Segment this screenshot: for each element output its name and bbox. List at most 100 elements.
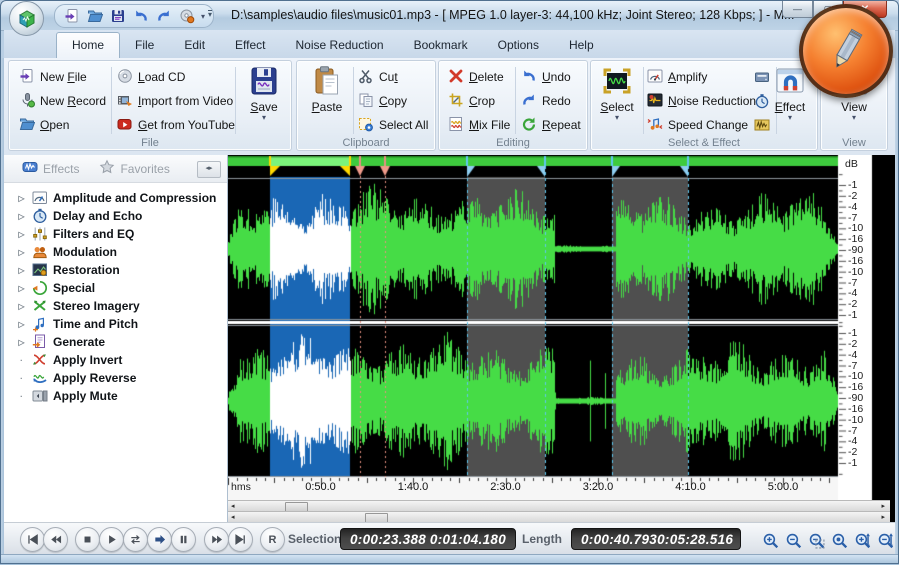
new-file-button[interactable]: [63, 8, 80, 25]
tree-item-time-and-pitch[interactable]: ▷Time and Pitch: [4, 315, 227, 333]
tab-home[interactable]: Home: [56, 32, 120, 58]
tree-item-filters-and-eq[interactable]: ▷Filters and EQ: [4, 225, 227, 243]
expand-arrow-icon[interactable]: ▷: [16, 338, 27, 347]
ribbon-button-speed-change[interactable]: Speed Change: [647, 115, 748, 135]
tab-file[interactable]: File: [120, 33, 169, 58]
save-button[interactable]: [109, 8, 126, 25]
zoom-vertical-in-button[interactable]: [852, 530, 872, 550]
tab-options[interactable]: Options: [483, 33, 554, 58]
app-logo-button[interactable]: [9, 1, 44, 36]
tree-item-restoration[interactable]: ▷Restoration: [4, 261, 227, 279]
expand-arrow-icon[interactable]: ▷: [16, 194, 27, 203]
fast-forward-button[interactable]: [204, 527, 229, 552]
ribbon-button-delete[interactable]: Delete: [448, 67, 504, 87]
tree-item-modulation[interactable]: ▷Modulation: [4, 243, 227, 261]
record-button[interactable]: R: [260, 527, 285, 552]
tab-edit[interactable]: Edit: [169, 33, 220, 58]
marked-region-2[interactable]: [612, 178, 688, 477]
ribbon-button-paste[interactable]: Paste: [303, 65, 351, 114]
scrollbar-top[interactable]: ◂ ▸: [228, 500, 890, 511]
undo-button[interactable]: [132, 8, 149, 25]
tree-item-special[interactable]: ▷Special: [4, 279, 227, 297]
stop-button[interactable]: [75, 527, 100, 552]
ribbon-button-repeat[interactable]: Repeat: [521, 115, 581, 135]
zoom-in-button[interactable]: [760, 530, 780, 550]
copy-icon: [358, 92, 374, 111]
sidebar-tab-bar: Effects Favorites: [4, 155, 227, 183]
ribbon-button-mix-file[interactable]: Mix File: [448, 115, 510, 135]
tree-item-delay-and-echo[interactable]: ▷Delay and Echo: [4, 207, 227, 225]
ribbon-button-noise-reduction[interactable]: Noise Reduction: [647, 91, 756, 111]
select-all-icon: [358, 116, 374, 135]
db-tick-label: -1: [848, 457, 857, 469]
scroll-right-arrow[interactable]: ▸: [881, 502, 885, 511]
ribbon-button-redo[interactable]: Redo: [521, 91, 571, 111]
burn-button[interactable]: [178, 8, 195, 25]
tree-item-apply-reverse[interactable]: ·Apply Reverse: [4, 369, 227, 387]
ribbon-button-select[interactable]: Select▾: [593, 65, 641, 121]
edit-badge[interactable]: [799, 4, 893, 98]
sidebar-pager-button[interactable]: ◂▸: [197, 161, 221, 178]
scrollbar-bottom[interactable]: ◂ ▸: [228, 511, 890, 522]
ribbon-button-new-file[interactable]: New File: [19, 67, 87, 87]
expand-arrow-icon[interactable]: ▷: [16, 284, 27, 293]
cut-icon: [358, 68, 374, 87]
ribbon-button-open[interactable]: Open: [19, 115, 69, 135]
marked-region-1[interactable]: [467, 178, 545, 477]
ribbon-button-select-all[interactable]: Select All: [358, 115, 428, 135]
ribbon-button-get-from-youtube[interactable]: Get from YouTube: [117, 115, 235, 135]
redo-icon: [521, 92, 537, 111]
play-button[interactable]: [99, 527, 124, 552]
expand-arrow-icon[interactable]: ▷: [16, 230, 27, 239]
expand-arrow-icon[interactable]: ▷: [16, 302, 27, 311]
ribbon-button-copy[interactable]: Copy: [358, 91, 407, 111]
burn-dropdown[interactable]: ▾: [201, 13, 205, 20]
loop-button[interactable]: [123, 527, 148, 552]
skip-back-button[interactable]: [43, 527, 68, 552]
ribbon-button-import-from-video[interactable]: Import from Video: [117, 91, 233, 111]
ribbon-button-amplify[interactable]: Amplify: [647, 67, 707, 87]
sidebar-tab-effects[interactable]: Effects: [16, 157, 85, 180]
import-video-icon: [117, 92, 133, 111]
expand-arrow-icon[interactable]: ▷: [16, 320, 27, 329]
ribbon-button-load-cd[interactable]: Load CD: [117, 67, 185, 87]
go-to-start-button[interactable]: [20, 527, 45, 552]
tree-item-apply-mute[interactable]: ·Apply Mute: [4, 387, 227, 405]
tree-item-generate[interactable]: ▷Generate: [4, 333, 227, 351]
go-to-end-button[interactable]: [228, 527, 253, 552]
redo-button[interactable]: [155, 8, 172, 25]
qat-overflow-button[interactable]: ▾: [208, 10, 212, 19]
tab-bookmark[interactable]: Bookmark: [399, 33, 483, 58]
scroll-right-arrow[interactable]: ▸: [881, 513, 885, 522]
ribbon-button-crop[interactable]: Crop: [448, 91, 495, 111]
expand-arrow-icon[interactable]: ▷: [16, 212, 27, 221]
tree-item-amplitude-and-compression[interactable]: ▷Amplitude and Compression: [4, 189, 227, 207]
tree-item-apply-invert[interactable]: ·Apply Invert: [4, 351, 227, 369]
zoom-selection-button[interactable]: [806, 530, 826, 550]
ribbon-button-new-record[interactable]: New Record: [19, 91, 106, 111]
overview-bar[interactable]: [228, 156, 838, 166]
sidebar-tab-favorites[interactable]: Favorites: [93, 157, 175, 180]
tab-help[interactable]: Help: [554, 33, 609, 58]
ribbon-button-undo[interactable]: Undo: [521, 67, 571, 87]
expand-arrow-icon[interactable]: ▷: [16, 248, 27, 257]
effects-sidebar: Effects Favorites ◂▸ ▷Amplitude and Compr…: [4, 155, 228, 522]
scroll-left-arrow[interactable]: ◂: [231, 513, 235, 522]
tab-noise-reduction[interactable]: Noise Reduction: [281, 33, 399, 58]
selection-region[interactable]: [270, 178, 350, 477]
skip-forward-button[interactable]: [147, 527, 172, 552]
zoom-out-button[interactable]: [783, 530, 803, 550]
ribbon-button-cut[interactable]: Cut: [358, 67, 398, 87]
open-button[interactable]: [86, 8, 103, 25]
tab-effect[interactable]: Effect: [220, 33, 280, 58]
length-time-display: 0:00:40.793 0:05:28.516: [571, 528, 741, 550]
scroll-left-arrow[interactable]: ◂: [231, 502, 235, 511]
tree-item-stereo-imagery[interactable]: ▷Stereo Imagery: [4, 297, 227, 315]
timeline-ruler[interactable]: [228, 477, 838, 500]
minimize-button[interactable]: —: [782, 1, 813, 18]
pause-button[interactable]: [171, 527, 196, 552]
zoom-all-button[interactable]: [829, 530, 849, 550]
zoom-vertical-out-button[interactable]: [875, 530, 895, 550]
expand-arrow-icon[interactable]: ▷: [16, 266, 27, 275]
ribbon-button-save[interactable]: Save▾: [240, 65, 288, 121]
